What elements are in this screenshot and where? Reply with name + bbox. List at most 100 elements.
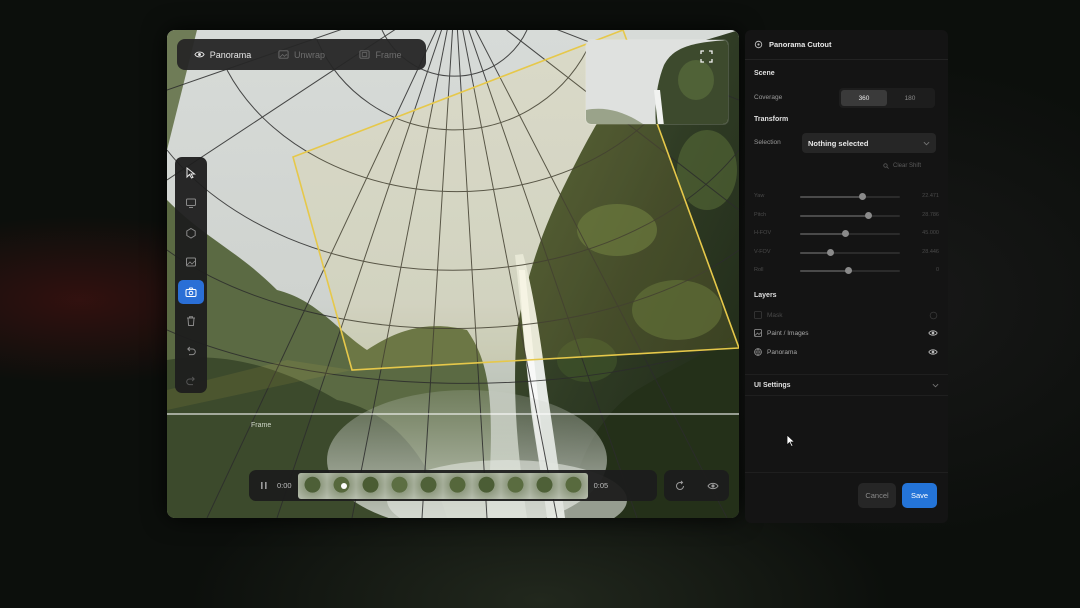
timeline-end-time: 0:05 [593, 481, 609, 490]
slider-vfov[interactable]: V-FOV 28.446 [754, 248, 939, 258]
eye-icon[interactable] [928, 347, 938, 357]
tab-label: Frame [375, 49, 402, 60]
mask-icon [754, 311, 762, 319]
tab-label: Panorama [209, 49, 252, 60]
cancel-button[interactable]: Cancel [858, 483, 896, 508]
eye-icon[interactable] [928, 328, 938, 338]
slider-track[interactable] [800, 230, 900, 237]
clear-shift-link[interactable]: Clear Shift [883, 163, 921, 169]
timeline-thumbnail [471, 472, 501, 499]
coverage-option-180[interactable]: 180 [887, 90, 933, 106]
timeline-thumbnail [384, 472, 414, 499]
save-button[interactable]: Save [902, 483, 937, 508]
reset-button[interactable] [673, 479, 687, 493]
image-icon [186, 257, 196, 267]
slider-value: 45.000 [922, 230, 939, 236]
slider-value: 22.471 [922, 193, 939, 199]
timeline-start-time: 0:00 [277, 481, 292, 490]
tool-palette [175, 157, 207, 393]
coverage-option-360[interactable]: 360 [841, 90, 887, 106]
tool-redo[interactable] [178, 368, 204, 393]
slider-track[interactable] [800, 211, 900, 219]
slider-track[interactable] [800, 248, 900, 256]
slider-value: 0 [935, 267, 939, 273]
fullscreen-button[interactable] [696, 46, 716, 66]
slider-hfov[interactable]: H-FOV 45.000 [754, 229, 939, 239]
frame-line-label: Frame [251, 422, 272, 429]
timeline-thumbnail [355, 472, 385, 499]
eye-icon[interactable] [929, 311, 938, 320]
rotate-icon [676, 480, 685, 490]
expand-icon [699, 49, 713, 63]
slider-knob[interactable] [864, 211, 872, 219]
slider-knob[interactable] [844, 267, 852, 274]
timeline-bar: 0:00 0:05 [249, 470, 657, 501]
tab-label: Unwrap [293, 49, 325, 60]
chevron-down-icon [932, 383, 939, 387]
slider-value: 28.786 [922, 211, 939, 218]
camera-icon [185, 287, 197, 297]
clear-shift-label: Clear Shift [893, 163, 922, 169]
tool-delete[interactable] [178, 309, 204, 334]
tool-circle[interactable] [178, 220, 204, 245]
pause-button[interactable] [257, 479, 271, 493]
layer-label: Mask [767, 311, 783, 319]
slider-fill [800, 196, 862, 198]
view-mode-tabs: Panorama Unwrap Frame [177, 39, 426, 70]
timeline-thumbnail [297, 472, 327, 499]
monitor-icon [186, 198, 196, 208]
ui-settings-accordion[interactable]: UI Settings [745, 374, 948, 396]
timeline-thumbnails[interactable] [297, 472, 588, 499]
undo-icon [187, 346, 196, 356]
slider-label: Roll [754, 267, 764, 273]
preview-button[interactable] [706, 479, 720, 493]
timeline-playhead[interactable] [341, 482, 348, 489]
tool-select[interactable] [178, 161, 204, 186]
layer-label: Paint / Images [767, 329, 809, 337]
panorama-viewer[interactable]: Panorama Unwrap Frame Frame 0:00 0:05 [167, 30, 739, 518]
layer-panorama[interactable]: Panorama [754, 346, 938, 358]
slider-label: H-FOV [754, 230, 772, 236]
globe-icon [754, 348, 762, 356]
gear-icon [754, 40, 763, 49]
layer-label: Panorama [767, 348, 797, 356]
image-icon [754, 329, 762, 337]
slider-fill [800, 233, 845, 235]
slider-fill [800, 270, 848, 272]
ui-settings-label: UI Settings [754, 381, 791, 389]
chevron-down-icon [923, 141, 930, 145]
tab-panorama[interactable]: Panorama [183, 44, 262, 66]
slider-roll[interactable]: Roll 0 [754, 266, 939, 276]
slider-fill [800, 251, 830, 254]
image-icon [278, 50, 289, 59]
layer-paint-images[interactable]: Paint / Images [754, 327, 938, 339]
timeline-thumbnail [558, 472, 588, 499]
tab-unwrap[interactable]: Unwrap [262, 44, 341, 66]
redo-icon [186, 376, 195, 385]
tab-frame[interactable]: Frame [341, 44, 420, 66]
coverage-label: Coverage [754, 94, 783, 101]
slider-label: Pitch [754, 211, 767, 218]
tool-screen[interactable] [178, 191, 204, 216]
slider-yaw[interactable]: Yaw 22.471 [754, 192, 939, 202]
slider-track[interactable] [800, 267, 900, 274]
tool-undo[interactable] [178, 339, 204, 364]
minimap[interactable] [585, 39, 729, 125]
panel-title: Panorama Cutout [769, 40, 832, 49]
slider-pitch[interactable]: Pitch 28.786 [754, 211, 939, 221]
timeline-thumbnail [500, 472, 530, 499]
selection-dropdown[interactable]: Nothing selected [802, 133, 936, 153]
mouse-cursor-icon [786, 434, 796, 448]
slider-knob[interactable] [841, 230, 849, 237]
scene-heading: Scene [754, 70, 775, 77]
tool-image[interactable] [178, 250, 204, 275]
panel-header: Panorama Cutout [745, 30, 948, 60]
slider-knob[interactable] [826, 248, 834, 256]
slider-label: Yaw [754, 193, 765, 199]
slider-knob[interactable] [858, 193, 866, 200]
eye-icon [194, 51, 205, 58]
slider-track[interactable] [800, 193, 900, 200]
layer-mask[interactable]: Mask [754, 309, 938, 321]
tool-camera[interactable] [178, 279, 204, 305]
slider-fill [800, 214, 868, 217]
